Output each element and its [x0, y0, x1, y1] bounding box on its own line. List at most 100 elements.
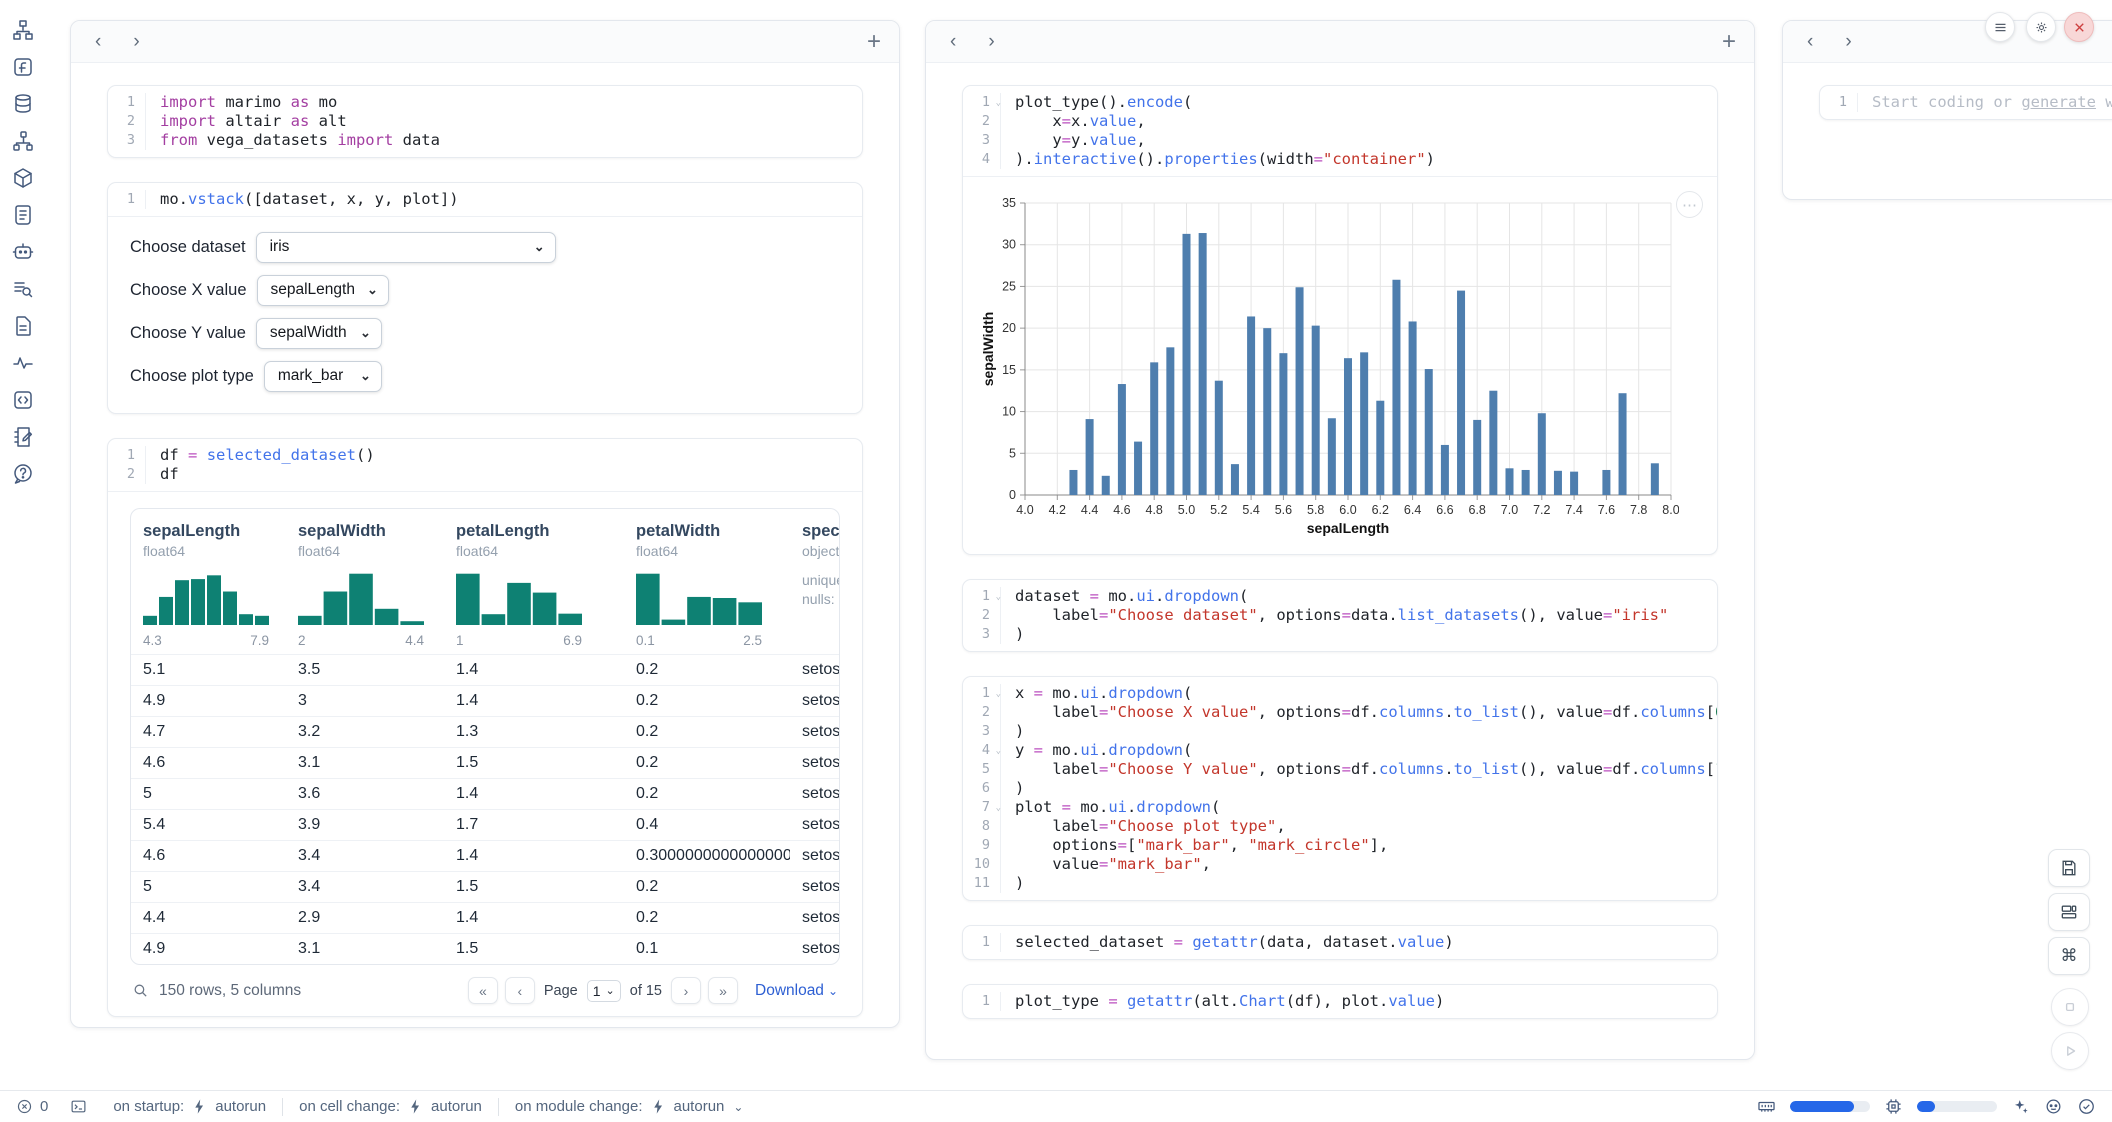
- column-header[interactable]: sepalLengthfloat64: [131, 509, 286, 561]
- column-next-icon[interactable]: ›: [127, 32, 145, 51]
- close-panel-button[interactable]: [2064, 12, 2094, 42]
- table-cell: 2.9: [286, 903, 444, 933]
- column-header[interactable]: petalLengthfloat64: [444, 509, 624, 561]
- sidebar-logs-icon[interactable]: [11, 203, 35, 227]
- code-editor[interactable]: 1selected_dataset = getattr(data, datase…: [963, 926, 1717, 959]
- dropdown-select[interactable]: sepalWidth⌄: [256, 318, 382, 349]
- column-header[interactable]: sepalWidthfloat64: [286, 509, 444, 561]
- fold-arrow-icon[interactable]: ⌄: [996, 685, 1001, 704]
- hist-min: 2: [298, 633, 306, 648]
- next-page-button[interactable]: ›: [671, 977, 701, 1004]
- code-editor[interactable]: 1⌄dataset = mo.ui.dropdown(2 label="Choo…: [963, 580, 1717, 651]
- add-column-button[interactable]: +: [1722, 30, 1736, 54]
- column-prev-icon[interactable]: ‹: [1801, 32, 1819, 51]
- line-number: 3: [963, 722, 1001, 741]
- dropdown-select[interactable]: sepalLength⌄: [257, 275, 389, 306]
- sidebar-file-tree-icon[interactable]: [11, 18, 35, 42]
- column-next-icon[interactable]: ›: [982, 32, 1000, 51]
- fold-arrow-icon[interactable]: ⌄: [996, 94, 1001, 113]
- first-page-button[interactable]: «: [468, 977, 498, 1004]
- code-editor[interactable]: 1df = selected_dataset()2df: [108, 439, 862, 491]
- altair-bar-chart[interactable]: 4.04.24.44.64.85.05.25.45.65.86.06.26.46…: [979, 189, 1679, 541]
- run-button[interactable]: [2051, 1032, 2089, 1070]
- sidebar-ai-chat-icon[interactable]: [11, 240, 35, 264]
- layout-button[interactable]: [2048, 893, 2090, 931]
- search-icon[interactable]: [132, 982, 149, 999]
- sidebar-documentation-icon[interactable]: [11, 314, 35, 338]
- code-line: ): [1001, 722, 1024, 741]
- sidebar-tracing-icon[interactable]: [11, 351, 35, 375]
- chevron-down-icon: ⌄: [360, 368, 371, 384]
- menu-button[interactable]: [1985, 12, 2015, 42]
- add-column-button[interactable]: +: [867, 30, 881, 54]
- line-number: 1: [108, 446, 146, 465]
- sidebar-scratchpad-icon[interactable]: [11, 425, 35, 449]
- code-line: plot_type().encode(: [1001, 93, 1192, 112]
- notebook-cell: 1mo.vstack([dataset, x, y, plot])Choose …: [107, 182, 863, 414]
- column-header[interactable]: speciesobject: [790, 509, 839, 561]
- save-button[interactable]: [2048, 849, 2090, 887]
- terminal-icon: [70, 1098, 87, 1115]
- sparkles-icon[interactable]: [2011, 1097, 2030, 1116]
- sidebar-packages-icon[interactable]: [11, 166, 35, 190]
- sidebar-outline-icon[interactable]: [11, 277, 35, 301]
- sidebar-functions-icon[interactable]: [11, 55, 35, 79]
- cell-output: Choose datasetiris⌄Choose X valuesepalLe…: [108, 216, 862, 413]
- on-cell-change-setting[interactable]: on cell change: autorun: [299, 1098, 482, 1115]
- code-editor[interactable]: 1mo.vstack([dataset, x, y, plot]): [108, 183, 862, 216]
- table-cell: 3.2: [286, 717, 444, 747]
- column-name: petalWidth: [636, 522, 790, 541]
- column-histogram: [456, 569, 582, 625]
- terminal-button[interactable]: [70, 1098, 87, 1115]
- chart-actions-button[interactable]: ⋯: [1676, 191, 1703, 218]
- code-editor[interactable]: 1import marimo as mo2import altair as al…: [108, 86, 862, 157]
- copilot-icon[interactable]: [2044, 1097, 2063, 1116]
- download-button[interactable]: Download⌄: [755, 982, 838, 1000]
- table-cell: setosa: [790, 717, 839, 747]
- errors-indicator[interactable]: 0: [16, 1098, 48, 1115]
- on-startup-setting[interactable]: on startup: autorun: [113, 1098, 266, 1115]
- column-prev-icon[interactable]: ‹: [89, 32, 107, 51]
- column-type: float64: [636, 543, 790, 559]
- code-editor[interactable]: 1⌄plot_type().encode(2 x=x.value,3 y=y.v…: [963, 86, 1717, 176]
- column-header[interactable]: petalWidth float64: [624, 509, 790, 561]
- hist-max: 6.9: [563, 633, 582, 648]
- svg-text:sepalWidth: sepalWidth: [980, 312, 996, 387]
- table-footer: 150 rows, 5 columns«‹Page1⌄of 15›»Downlo…: [130, 977, 840, 1004]
- dropdown-select[interactable]: mark_bar⌄: [264, 361, 382, 392]
- chevron-down-icon: ⌄: [733, 1100, 743, 1114]
- fold-arrow-icon[interactable]: ⌄: [996, 799, 1001, 818]
- svg-text:6.0: 6.0: [1339, 503, 1356, 517]
- code-editor[interactable]: 1Start coding or generate with AI: [1820, 86, 2112, 119]
- sidebar-dependency-graph-icon[interactable]: [11, 129, 35, 153]
- setting-value: autorun: [674, 1098, 725, 1115]
- fold-arrow-icon[interactable]: ⌄: [996, 588, 1001, 607]
- column-prev-icon[interactable]: ‹: [944, 32, 962, 51]
- stop-button[interactable]: [2051, 988, 2089, 1026]
- table-cell: 1.4: [444, 841, 624, 871]
- histogram-cell: 4.37.9: [131, 561, 286, 654]
- code-editor[interactable]: 1⌄x = mo.ui.dropdown(2 label="Choose X v…: [963, 677, 1717, 900]
- dropdown-value: iris: [270, 238, 290, 256]
- fold-arrow-icon[interactable]: ⌄: [996, 742, 1001, 761]
- settings-button[interactable]: [2026, 12, 2056, 42]
- on-module-change-setting[interactable]: on module change: autorun ⌄: [515, 1098, 744, 1115]
- line-number: 2: [963, 703, 1001, 722]
- line-number: 9: [963, 836, 1001, 855]
- connected-check-icon[interactable]: [2077, 1097, 2096, 1116]
- sidebar-datasources-icon[interactable]: [11, 92, 35, 116]
- histogram-cell: 24.4: [286, 561, 444, 654]
- prev-page-button[interactable]: ‹: [505, 977, 535, 1004]
- table-row: 53.41.50.2setosa: [131, 871, 839, 902]
- line-number: 2: [108, 112, 146, 131]
- page-select[interactable]: 1⌄: [587, 980, 621, 1002]
- sidebar-help-icon[interactable]: [11, 462, 35, 486]
- last-page-button[interactable]: »: [708, 977, 738, 1004]
- column-next-icon[interactable]: ›: [1839, 32, 1857, 51]
- column-name: sepalWidth: [298, 522, 444, 541]
- code-line: df = selected_dataset(): [146, 446, 375, 465]
- sidebar-snippets-icon[interactable]: [11, 388, 35, 412]
- dropdown-select[interactable]: iris⌄: [256, 232, 556, 263]
- code-editor[interactable]: 1plot_type = getattr(alt.Chart(df), plot…: [963, 985, 1717, 1018]
- command-palette-button[interactable]: ⌘: [2048, 937, 2090, 975]
